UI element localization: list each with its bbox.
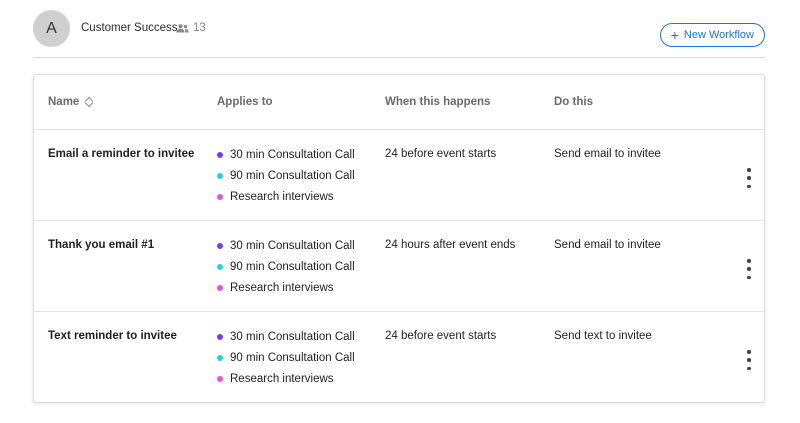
- event-type-label: Research interviews: [230, 372, 334, 385]
- event-type-item: 30 min Consultation Call: [217, 235, 355, 256]
- people-icon: [176, 23, 189, 32]
- event-type-item: 90 min Consultation Call: [217, 256, 355, 277]
- table-row[interactable]: Text reminder to invitee 30 min Consulta…: [34, 312, 764, 403]
- event-color-dot: [217, 172, 223, 179]
- sort-icon[interactable]: [85, 96, 93, 108]
- event-type-item: Research interviews: [217, 368, 355, 389]
- page-header: A Customer Success 13 + New Workflow: [33, 10, 765, 58]
- column-header-label: Applies to: [217, 96, 273, 108]
- event-color-dot: [217, 284, 223, 291]
- applies-to-list: 30 min Consultation Call 90 min Consulta…: [217, 326, 355, 389]
- event-type-item: Research interviews: [217, 277, 355, 298]
- event-type-item: 30 min Consultation Call: [217, 326, 355, 347]
- column-header-when: When this happens: [385, 96, 490, 108]
- team-name: Customer Success: [81, 22, 178, 34]
- workflow-name[interactable]: Text reminder to invitee: [48, 330, 177, 342]
- event-color-dot: [217, 263, 223, 270]
- event-type-label: Research interviews: [230, 281, 334, 294]
- trigger-text: 24 before event starts: [385, 148, 497, 160]
- column-header-name[interactable]: Name: [48, 96, 93, 108]
- applies-to-list: 30 min Consultation Call 90 min Consulta…: [217, 144, 355, 207]
- event-type-item: Research interviews: [217, 186, 355, 207]
- more-options-icon[interactable]: [746, 259, 752, 279]
- event-type-label: Research interviews: [230, 190, 334, 203]
- event-type-label: 90 min Consultation Call: [230, 169, 355, 182]
- team-avatar[interactable]: A: [33, 10, 70, 47]
- event-color-dot: [217, 333, 223, 340]
- table-row[interactable]: Thank you email #1 30 min Consultation C…: [34, 221, 764, 312]
- table-header: Name Applies to When this happens Do thi…: [34, 75, 764, 130]
- workflow-name[interactable]: Thank you email #1: [48, 239, 154, 251]
- event-type-item: 30 min Consultation Call: [217, 144, 355, 165]
- event-type-label: 30 min Consultation Call: [230, 148, 355, 161]
- plus-icon: +: [670, 27, 679, 43]
- event-type-label: 30 min Consultation Call: [230, 239, 355, 252]
- action-text: Send email to invitee: [554, 148, 661, 160]
- event-type-label: 90 min Consultation Call: [230, 351, 355, 364]
- column-header-label: Name: [48, 96, 80, 108]
- column-header-label: Do this: [554, 96, 593, 108]
- more-options-icon[interactable]: [746, 350, 752, 370]
- applies-to-list: 30 min Consultation Call 90 min Consulta…: [217, 235, 355, 298]
- more-options-icon[interactable]: [746, 168, 752, 188]
- member-count-value: 13: [193, 22, 206, 34]
- action-text: Send text to invitee: [554, 330, 652, 342]
- event-color-dot: [217, 151, 223, 158]
- event-color-dot: [217, 354, 223, 361]
- event-type-label: 30 min Consultation Call: [230, 330, 355, 343]
- column-header-label: When this happens: [385, 96, 491, 108]
- trigger-text: 24 hours after event ends: [385, 239, 516, 251]
- event-color-dot: [217, 193, 223, 200]
- event-type-item: 90 min Consultation Call: [217, 165, 355, 186]
- new-workflow-button[interactable]: + New Workflow: [659, 23, 765, 47]
- column-header-applies-to: Applies to: [217, 96, 273, 108]
- event-color-dot: [217, 242, 223, 249]
- event-color-dot: [217, 375, 223, 382]
- event-type-item: 90 min Consultation Call: [217, 347, 355, 368]
- workflows-table: Name Applies to When this happens Do thi…: [33, 74, 765, 403]
- trigger-text: 24 before event starts: [385, 330, 497, 342]
- workflow-name[interactable]: Email a reminder to invitee: [48, 148, 194, 160]
- table-row[interactable]: Email a reminder to invitee 30 min Consu…: [34, 130, 764, 221]
- action-text: Send email to invitee: [554, 239, 661, 251]
- event-type-label: 90 min Consultation Call: [230, 260, 355, 273]
- member-count: 13: [176, 22, 206, 34]
- column-header-do-this: Do this: [554, 96, 593, 108]
- new-workflow-label: New Workflow: [683, 29, 754, 41]
